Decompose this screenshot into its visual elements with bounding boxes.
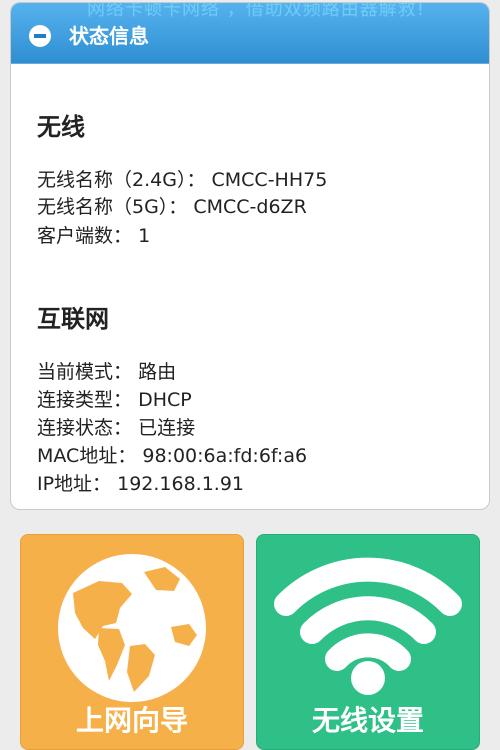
mac-label: MAC地址： bbox=[37, 445, 137, 467]
ip-value: 192.168.1.91 bbox=[117, 473, 245, 495]
status-panel-header[interactable]: 网络卡顿卡网络 ，借助双频路由器解救! 状态信息 bbox=[11, 3, 489, 64]
conn-type-value: DHCP bbox=[138, 389, 192, 411]
ssid-24-value: CMCC-HH75 bbox=[211, 169, 328, 191]
ip-row: IP地址： 192.168.1.91 bbox=[37, 469, 244, 496]
status-panel: 网络卡顿卡网络 ，借助双频路由器解救! 状态信息 无线 无线名称（2.4G）： … bbox=[10, 2, 490, 510]
clients-label: 客户端数： bbox=[37, 225, 133, 247]
setup-wizard-tile[interactable]: 上网向导 bbox=[20, 534, 244, 750]
conn-status-label: 连接状态： bbox=[37, 417, 133, 439]
internet-section-title: 互联网 bbox=[37, 305, 109, 333]
conn-type-label: 连接类型： bbox=[37, 389, 133, 411]
clients-row: 客户端数： 1 bbox=[37, 221, 150, 248]
ssid-5-row: 无线名称（5G）： CMCC-d6ZR bbox=[37, 192, 307, 219]
panel-title: 状态信息 bbox=[69, 24, 149, 48]
wireless-section-title: 无线 bbox=[37, 113, 85, 141]
wireless-settings-label: 无线设置 bbox=[311, 704, 424, 737]
ssid-5-label: 无线名称（5G）： bbox=[37, 196, 188, 218]
conn-status-row: 连接状态： 已连接 bbox=[37, 413, 195, 440]
mode-value: 路由 bbox=[138, 361, 177, 383]
setup-wizard-label: 上网向导 bbox=[75, 704, 188, 737]
ssid-24-row: 无线名称（2.4G）： CMCC-HH75 bbox=[37, 165, 327, 192]
ip-label: IP地址： bbox=[37, 473, 112, 495]
mac-value: 98:00:6a:fd:6f:a6 bbox=[142, 445, 308, 467]
watermark-text: 网络卡顿卡网络 ，借助双频路由器解救! bbox=[87, 2, 425, 20]
conn-status-value: 已连接 bbox=[138, 417, 196, 439]
clients-value: 1 bbox=[138, 225, 151, 247]
minus-circle-icon[interactable] bbox=[29, 25, 51, 47]
ssid-5-value: CMCC-d6ZR bbox=[193, 196, 307, 218]
mode-label: 当前模式： bbox=[37, 361, 133, 383]
ssid-24-label: 无线名称（2.4G）： bbox=[37, 169, 206, 191]
conn-type-row: 连接类型： DHCP bbox=[37, 385, 192, 412]
mode-row: 当前模式： 路由 bbox=[37, 357, 176, 384]
wireless-settings-tile[interactable]: 无线设置 bbox=[256, 534, 480, 750]
mac-row: MAC地址： 98:00:6a:fd:6f:a6 bbox=[37, 441, 307, 468]
